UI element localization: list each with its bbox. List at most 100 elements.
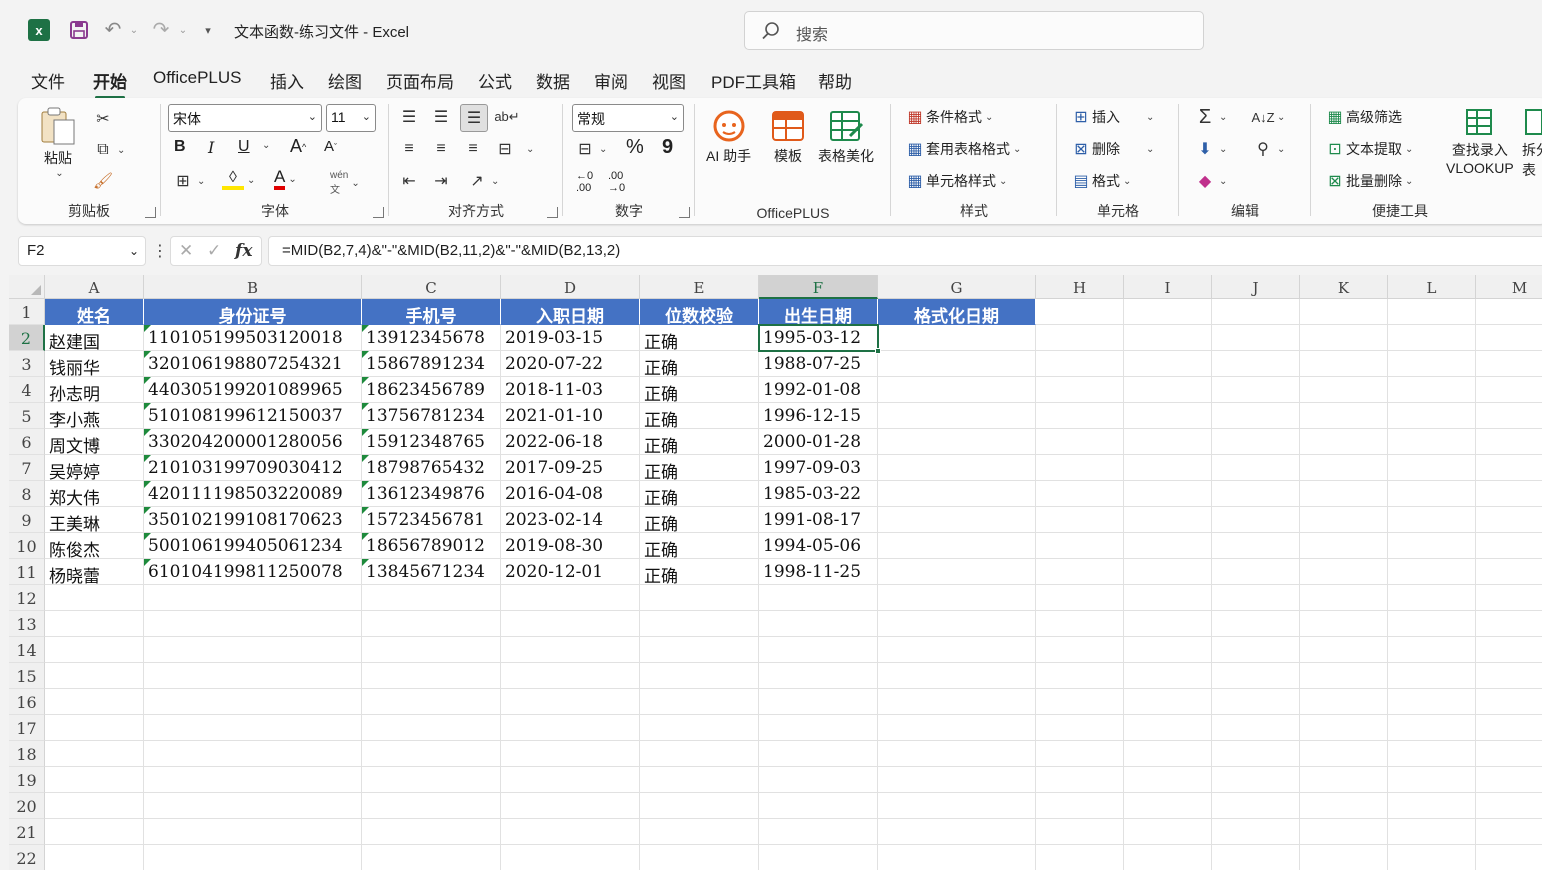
cell-k9[interactable] bbox=[1300, 507, 1388, 533]
cell-c20[interactable] bbox=[362, 793, 501, 819]
cell-f6[interactable]: 2000-01-28 bbox=[759, 429, 878, 455]
row-header-16[interactable]: 16 bbox=[9, 689, 45, 715]
cell-a12[interactable] bbox=[45, 585, 144, 611]
cell-d8[interactable]: 2016-04-08 bbox=[501, 481, 640, 507]
underline-button[interactable]: U bbox=[238, 138, 250, 156]
tab-home[interactable]: 开始 bbox=[93, 68, 127, 99]
merge-center-icon[interactable]: ⊟ ⌄ bbox=[494, 138, 534, 160]
clear-icon[interactable]: ◆ ⌄ bbox=[1194, 170, 1228, 192]
cell-m10[interactable] bbox=[1476, 533, 1542, 559]
insert-cells-button[interactable]: ⊞ 插入 ⌄ bbox=[1070, 106, 1154, 128]
cell-e15[interactable] bbox=[640, 663, 759, 689]
cell-i7[interactable] bbox=[1124, 455, 1212, 481]
align-top-icon[interactable]: ☰ bbox=[398, 106, 420, 128]
format-cells-button[interactable]: ▤ 格式 ⌄ bbox=[1070, 170, 1131, 192]
find-select-icon[interactable]: ⚲ ⌄ bbox=[1252, 138, 1285, 160]
cell-m12[interactable] bbox=[1476, 585, 1542, 611]
cell-c17[interactable] bbox=[362, 715, 501, 741]
decrease-indent-icon[interactable]: ⇤ bbox=[398, 170, 420, 192]
row-header-17[interactable]: 17 bbox=[9, 715, 45, 741]
cell-b7[interactable]: 210103199709030412 bbox=[144, 455, 362, 481]
formula-input[interactable]: =MID(B2,7,4)&"-"&MID(B2,11,2)&"-"&MID(B2… bbox=[268, 236, 1542, 266]
cell-i21[interactable] bbox=[1124, 819, 1212, 845]
cell-g22[interactable] bbox=[878, 845, 1036, 870]
cell-f18[interactable] bbox=[759, 741, 878, 767]
cell-j12[interactable] bbox=[1212, 585, 1300, 611]
cell-a11[interactable]: 杨晓蕾 bbox=[45, 559, 144, 585]
row-header-7[interactable]: 7 bbox=[9, 455, 45, 481]
cell-d2[interactable]: 2019-03-15 bbox=[501, 325, 640, 351]
name-box[interactable]: F2 ⌄ bbox=[18, 236, 146, 266]
table-beautify-button[interactable]: 表格美化 bbox=[818, 106, 874, 166]
cell-k19[interactable] bbox=[1300, 767, 1388, 793]
cell-k10[interactable] bbox=[1300, 533, 1388, 559]
cell-l6[interactable] bbox=[1388, 429, 1476, 455]
column-header-a[interactable]: A bbox=[45, 275, 144, 299]
cell-j9[interactable] bbox=[1212, 507, 1300, 533]
cell-h17[interactable] bbox=[1036, 715, 1124, 741]
cell-j3[interactable] bbox=[1212, 351, 1300, 377]
comma-style-button[interactable]: 9 bbox=[662, 136, 673, 159]
tab-help[interactable]: 帮助 bbox=[818, 68, 852, 93]
cell-h5[interactable] bbox=[1036, 403, 1124, 429]
cell-e18[interactable] bbox=[640, 741, 759, 767]
cell-k15[interactable] bbox=[1300, 663, 1388, 689]
cell-e16[interactable] bbox=[640, 689, 759, 715]
cell-b19[interactable] bbox=[144, 767, 362, 793]
cell-h19[interactable] bbox=[1036, 767, 1124, 793]
cell-c11[interactable]: 13845671234 bbox=[362, 559, 501, 585]
cell-m14[interactable] bbox=[1476, 637, 1542, 663]
select-all-button[interactable] bbox=[9, 275, 45, 299]
row-header-15[interactable]: 15 bbox=[9, 663, 45, 689]
cell-c4[interactable]: 18623456789 bbox=[362, 377, 501, 403]
cell-i2[interactable] bbox=[1124, 325, 1212, 351]
cell-a21[interactable] bbox=[45, 819, 144, 845]
cell-l9[interactable] bbox=[1388, 507, 1476, 533]
column-header-g[interactable]: G bbox=[878, 275, 1036, 299]
grow-font-button[interactable]: A ^ bbox=[290, 136, 306, 157]
cell-i13[interactable] bbox=[1124, 611, 1212, 637]
cell-d7[interactable]: 2017-09-25 bbox=[501, 455, 640, 481]
cell-c19[interactable] bbox=[362, 767, 501, 793]
cell-f22[interactable] bbox=[759, 845, 878, 870]
cell-k7[interactable] bbox=[1300, 455, 1388, 481]
cell-g6[interactable] bbox=[878, 429, 1036, 455]
cell-f7[interactable]: 1997-09-03 bbox=[759, 455, 878, 481]
fill-color-icon[interactable]: ◊ ⌄ bbox=[222, 169, 255, 190]
cell-g1[interactable]: 格式化日期 bbox=[878, 299, 1036, 325]
cell-f21[interactable] bbox=[759, 819, 878, 845]
cell-a1[interactable]: 姓名 bbox=[45, 299, 144, 325]
align-left-icon[interactable]: ≡ bbox=[398, 138, 420, 160]
cell-f17[interactable] bbox=[759, 715, 878, 741]
batch-delete-button[interactable]: ⊠ 批量删除 ⌄ bbox=[1324, 170, 1413, 192]
autosum-icon[interactable]: Σ ⌄ bbox=[1194, 106, 1228, 128]
cell-e6[interactable]: 正确 bbox=[640, 429, 759, 455]
cell-h11[interactable] bbox=[1036, 559, 1124, 585]
cell-i22[interactable] bbox=[1124, 845, 1212, 870]
tab-view[interactable]: 视图 bbox=[652, 68, 686, 93]
cell-h12[interactable] bbox=[1036, 585, 1124, 611]
cell-j15[interactable] bbox=[1212, 663, 1300, 689]
cell-c8[interactable]: 13612349876 bbox=[362, 481, 501, 507]
cell-c18[interactable] bbox=[362, 741, 501, 767]
cell-e3[interactable]: 正确 bbox=[640, 351, 759, 377]
column-header-l[interactable]: L bbox=[1388, 275, 1476, 299]
cell-m18[interactable] bbox=[1476, 741, 1542, 767]
underline-dropdown-icon[interactable]: ⌄ bbox=[259, 140, 270, 151]
cell-a7[interactable]: 吴婷婷 bbox=[45, 455, 144, 481]
cell-b17[interactable] bbox=[144, 715, 362, 741]
cell-d9[interactable]: 2023-02-14 bbox=[501, 507, 640, 533]
cell-j4[interactable] bbox=[1212, 377, 1300, 403]
cell-l7[interactable] bbox=[1388, 455, 1476, 481]
save-icon[interactable] bbox=[68, 19, 90, 41]
cell-g7[interactable] bbox=[878, 455, 1036, 481]
cell-h7[interactable] bbox=[1036, 455, 1124, 481]
cell-b22[interactable] bbox=[144, 845, 362, 870]
cell-b12[interactable] bbox=[144, 585, 362, 611]
align-bottom-icon[interactable]: ☰ bbox=[460, 104, 488, 132]
cell-l2[interactable] bbox=[1388, 325, 1476, 351]
cell-b3[interactable]: 320106198807254321 bbox=[144, 351, 362, 377]
cell-b20[interactable] bbox=[144, 793, 362, 819]
cell-i16[interactable] bbox=[1124, 689, 1212, 715]
cell-i6[interactable] bbox=[1124, 429, 1212, 455]
